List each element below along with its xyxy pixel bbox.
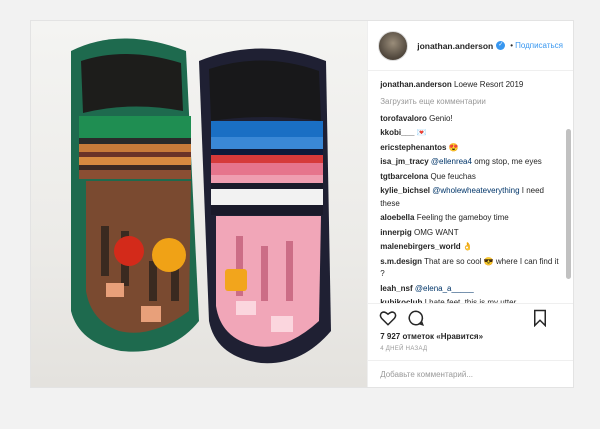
comment-row: isa_jm_tracy @ellenrea4 omg stop, me eye… [380,156,561,169]
comment-row: ericstephenantos 😍 [380,142,561,155]
comment-username[interactable]: s.m.design [380,257,422,266]
comment-row: kkobi___ 💌 [380,127,561,140]
separator-dot: • [510,41,514,50]
comment-row: kylie_bichsel @wholewheateverything I ne… [380,185,561,210]
comment-text: 👌 [462,242,473,251]
instagram-post: jonathan.anderson ✓ • Подписаться jonath… [30,20,574,388]
comment-row: aloebella Feeling the gameboy time [380,212,561,225]
comment-mention[interactable]: @ellenrea4 [431,157,472,166]
comment-row: s.m.design That are so cool 😎 where I ca… [380,256,561,281]
likes-count[interactable]: 7 927 отметок «Нравится» [368,331,573,343]
comment-text: Genio! [429,113,453,123]
post-timestamp: 4 ДНЕЙ НАЗАД [380,346,428,352]
post-photo[interactable] [31,21,368,387]
comment-username[interactable]: malenebirgers_world [380,242,460,251]
comment-mention[interactable]: @elena_a_____ [415,284,474,293]
bookmark-icon[interactable] [531,309,549,327]
comment-row: malenebirgers_world 👌 [380,241,561,254]
verified-badge-icon: ✓ [496,41,506,50]
comment-text: omg stop, me eyes [474,157,542,166]
comment-row: innerpig OMG WANT [380,227,561,240]
comment-row: leah_nsf @elena_a_____ [380,283,561,296]
avatar[interactable] [378,30,409,61]
caption: jonathan.anderson Loewe Resort 2019 [380,79,561,92]
load-more-comments-link[interactable]: Загрузить еще комментарии [380,97,561,106]
comment-mention[interactable]: @wholewheateverything [432,186,519,195]
right-shoe [199,48,331,364]
comment-username[interactable]: isa_jm_tracy [380,157,428,166]
post-sidebar: jonathan.anderson ✓ • Подписаться jonath… [367,21,573,387]
follow-button[interactable]: Подписаться [515,41,563,50]
comment-username[interactable]: kkobi___ [380,128,414,137]
comment-username[interactable]: tgtbarcelona [380,172,428,181]
comment-username[interactable]: leah_nsf [380,284,412,293]
comment-username[interactable]: aloebella [380,213,414,222]
comment-text: Que feuchas [430,171,476,181]
comment-username[interactable]: ericstephenantos [380,143,446,152]
comments-scrollbar[interactable] [566,129,571,279]
comments-list[interactable]: jonathan.anderson Loewe Resort 2019 Загр… [368,71,573,303]
left-shoe [71,38,199,352]
post-header: jonathan.anderson ✓ • Подписаться [368,21,573,71]
comment-username[interactable]: innerpig [380,228,412,237]
heart-icon[interactable] [379,309,397,327]
action-bar [368,303,573,331]
comment-username[interactable]: kylie_bichsel [380,186,430,195]
comment-username[interactable]: torofavaloro [380,114,427,123]
comment-text: OMG WANT [414,227,459,237]
comment-text: 😍 [448,142,459,152]
comment-row: tgtbarcelona Que feuchas [380,171,561,184]
comment-row: torofavaloro Genio! [380,113,561,126]
add-comment-input[interactable]: Добавьте комментарий... [368,360,573,387]
caption-text: Loewe Resort 2019 [454,80,524,89]
author-username[interactable]: jonathan.anderson [417,41,493,51]
comment-text: Feeling the gameboy time [416,213,509,222]
caption-username[interactable]: jonathan.anderson [380,80,452,89]
comment-bubble-icon[interactable] [407,309,425,327]
comment-text: 💌 [416,128,427,137]
shoes-photo [71,38,331,364]
